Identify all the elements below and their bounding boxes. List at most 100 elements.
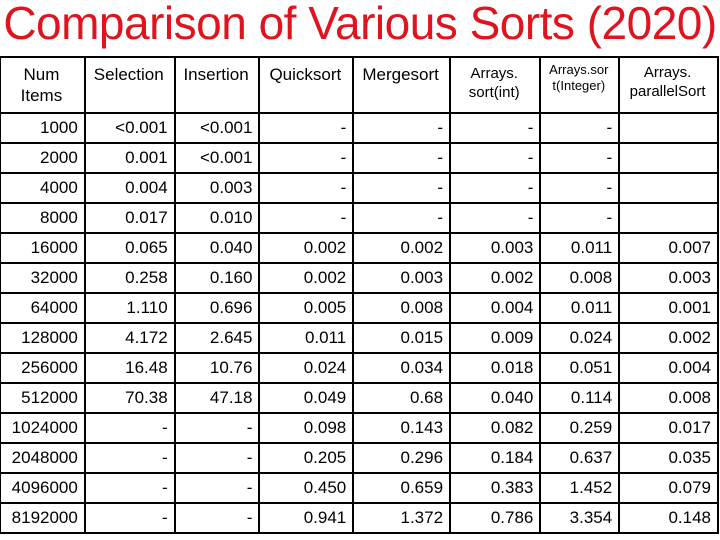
- time-cell-arrays-parallelsort: [618, 172, 719, 204]
- time-cell-arrays-sort-int: 0.004: [449, 292, 542, 324]
- table-row: 16000 0.065 0.040 0.002 0.002 0.003 0.011 0.007: [0, 232, 719, 264]
- time-cell-selection: 0.004: [83, 172, 176, 204]
- num-items-cell: 256000: [0, 352, 86, 384]
- time-cell-insertion: -: [173, 472, 261, 504]
- column-header-line: sort(int): [468, 84, 520, 101]
- table-row: 256000 16.48 10.76 0.024 0.034 0.018 0.051 0.00…: [0, 352, 719, 384]
- time-cell-arrays-sort-int: 0.786: [449, 502, 542, 534]
- time-cell-arrays-sort-int: 0.002: [449, 262, 542, 294]
- time-cell-quicksort: 0.002: [258, 262, 355, 294]
- column-header-line: t(Integer): [552, 78, 606, 93]
- time-cell-insertion: 2.645: [173, 322, 261, 354]
- time-cell-arrays-sort-integer: 0.011: [539, 232, 621, 264]
- column-header-arrays-sort-int: Arrays. sort(int): [449, 56, 542, 114]
- time-cell-quicksort: 0.098: [258, 412, 355, 444]
- time-cell-arrays-sort-integer: 0.259: [539, 412, 621, 444]
- time-cell-selection: 1.110: [83, 292, 176, 324]
- column-header-line: parallelSort: [629, 83, 706, 100]
- time-cell-arrays-parallelsort: 0.003: [618, 262, 719, 294]
- column-header-line: Arrays.sor: [549, 62, 609, 77]
- time-cell-insertion: <0.001: [173, 112, 261, 144]
- column-header-mergesort: Mergesort: [352, 56, 452, 114]
- table-row: 64000 1.110 0.696 0.005 0.008 0.004 0.011 0.001: [0, 292, 719, 324]
- time-cell-selection: 0.065: [83, 232, 176, 264]
- time-cell-selection: 0.017: [83, 202, 176, 234]
- time-cell-quicksort: -: [258, 202, 355, 234]
- time-cell-quicksort: 0.002: [258, 232, 355, 264]
- time-cell-quicksort: 0.049: [258, 382, 355, 414]
- time-cell-arrays-sort-int: 0.184: [449, 442, 542, 474]
- time-cell-mergesort: 1.372: [352, 502, 452, 534]
- time-cell-arrays-sort-integer: 1.452: [539, 472, 621, 504]
- time-cell-mergesort: 0.143: [352, 412, 452, 444]
- time-cell-mergesort: -: [352, 112, 452, 144]
- table-body: 1000 <0.001 <0.001- - - -2000 0.001 <0.001- - - -4…: [0, 112, 719, 534]
- column-header-num-items: Num Items: [0, 56, 86, 114]
- time-cell-insertion: 0.696: [173, 292, 261, 324]
- time-cell-arrays-sort-integer: 0.024: [539, 322, 621, 354]
- time-cell-insertion: 0.010: [173, 202, 261, 234]
- time-cell-mergesort: 0.003: [352, 262, 452, 294]
- time-cell-arrays-parallelsort: 0.007: [618, 232, 719, 264]
- time-cell-mergesort: 0.015: [352, 322, 452, 354]
- column-header-line: Quicksort: [269, 65, 342, 84]
- time-cell-mergesort: 0.008: [352, 292, 452, 324]
- column-header-line: Selection: [93, 65, 164, 84]
- time-cell-selection: 0.001: [83, 142, 176, 174]
- time-cell-insertion: <0.001: [173, 142, 261, 174]
- time-cell-quicksort: 0.941: [258, 502, 355, 534]
- time-cell-arrays-sort-int: 0.383: [449, 472, 542, 504]
- num-items-cell: 8192000: [0, 502, 86, 534]
- time-cell-arrays-parallelsort: 0.148: [618, 502, 719, 534]
- time-cell-quicksort: 0.450: [258, 472, 355, 504]
- table-row: 4096000- -0.450 0.659 0.383 1.452 0.079: [0, 472, 719, 504]
- header-row: Num Items Selection Insertion Quicksort Merge…: [0, 56, 719, 114]
- table-row: 1024000- -0.098 0.143 0.082 0.259 0.017: [0, 412, 719, 444]
- time-cell-quicksort: 0.205: [258, 442, 355, 474]
- time-cell-arrays-parallelsort: 0.035: [618, 442, 719, 474]
- column-header-arrays-sort-integer: Arrays.sor t(Integer): [539, 56, 621, 114]
- time-cell-arrays-sort-int: 0.003: [449, 232, 542, 264]
- column-header-selection: Selection: [83, 56, 176, 114]
- time-cell-arrays-parallelsort: 0.002: [618, 322, 719, 354]
- num-items-cell: 4096000: [0, 472, 86, 504]
- table-row: 8000 0.017 0.010- - - -: [0, 202, 719, 234]
- table-row: 512000 70.38 47.18 0.049 0.68 0.040 0.114 0.008: [0, 382, 719, 414]
- num-items-cell: 2000: [0, 142, 86, 174]
- time-cell-selection: 4.172: [83, 322, 176, 354]
- time-cell-arrays-sort-integer: 0.114: [539, 382, 621, 414]
- time-cell-arrays-sort-integer: -: [539, 172, 621, 204]
- num-items-cell: 4000: [0, 172, 86, 204]
- time-cell-mergesort: 0.68: [352, 382, 452, 414]
- column-header-line: Mergesort: [362, 65, 439, 84]
- time-cell-arrays-sort-integer: -: [539, 202, 621, 234]
- time-cell-insertion: 0.003: [173, 172, 261, 204]
- time-cell-arrays-sort-int: -: [449, 202, 542, 234]
- time-cell-mergesort: 0.296: [352, 442, 452, 474]
- time-cell-selection: -: [83, 442, 176, 474]
- time-cell-arrays-parallelsort: 0.001: [618, 292, 719, 324]
- time-cell-insertion: 10.76: [173, 352, 261, 384]
- time-cell-arrays-sort-int: 0.082: [449, 412, 542, 444]
- time-cell-arrays-sort-int: -: [449, 112, 542, 144]
- table-row: 2000 0.001 <0.001- - - -: [0, 142, 719, 174]
- time-cell-arrays-sort-int: 0.018: [449, 352, 542, 384]
- time-cell-quicksort: -: [258, 112, 355, 144]
- time-cell-mergesort: 0.659: [352, 472, 452, 504]
- time-cell-selection: 16.48: [83, 352, 176, 384]
- time-cell-insertion: 47.18: [173, 382, 261, 414]
- num-items-cell: 2048000: [0, 442, 86, 474]
- sort-comparison-table: Num Items Selection Insertion Quicksort Merge…: [0, 56, 719, 534]
- table-row: 128000 4.172 2.645 0.011 0.015 0.009 0.024 0.00…: [0, 322, 719, 354]
- time-cell-quicksort: -: [258, 172, 355, 204]
- num-items-cell: 16000: [0, 232, 86, 264]
- time-cell-arrays-sort-integer: 0.051: [539, 352, 621, 384]
- num-items-cell: 32000: [0, 262, 86, 294]
- time-cell-mergesort: -: [352, 142, 452, 174]
- time-cell-selection: 0.258: [83, 262, 176, 294]
- time-cell-insertion: 0.040: [173, 232, 261, 264]
- num-items-cell: 64000: [0, 292, 86, 324]
- column-header-line: Arrays.: [470, 65, 518, 82]
- time-cell-selection: <0.001: [83, 112, 176, 144]
- table-row: 8192000- -0.941 1.372 0.786 3.354 0.148: [0, 502, 719, 534]
